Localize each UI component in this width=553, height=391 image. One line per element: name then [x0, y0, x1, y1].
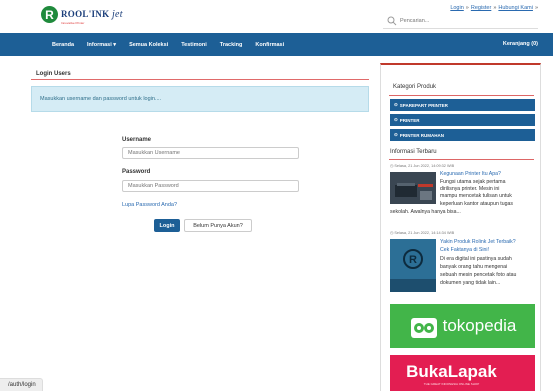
bukalapak-tagline: THE GREAT INDONESIA ONLINE SHOP [423, 382, 480, 386]
title-divider [31, 79, 369, 80]
nav-item-testimoni[interactable]: Testimoni [181, 42, 207, 48]
register-button[interactable]: Belum Punya Akun? [184, 219, 252, 232]
nav-item-semua-koleksi[interactable]: Semua Koleksi [129, 42, 168, 48]
category-label: PRINTER [399, 117, 420, 123]
username-field[interactable] [122, 147, 299, 159]
article-excerpt-line: dokumen yang tidak lain... [440, 280, 501, 286]
forgot-password-link[interactable]: Lupa Password Anda? [122, 202, 177, 208]
svg-text:R: R [409, 254, 417, 266]
nav-item-informasi[interactable]: Informasi ▾ [87, 42, 116, 48]
article-excerpt-line: banyak orang tahu mengenai [440, 264, 508, 270]
article-date-text: Selasa, 21 Jun 2022, 14:14:34 WIB [394, 231, 455, 235]
category-printer[interactable]: ⊙ PRINTER [390, 114, 535, 126]
sep: » [493, 5, 497, 11]
nav-item-tracking[interactable]: Tracking [220, 42, 243, 48]
logo-mark: R [41, 6, 58, 23]
search-icon[interactable] [387, 16, 397, 26]
category-divider [389, 95, 534, 96]
article-excerpt-line: mampu mencetak tulisan untuk [440, 193, 512, 199]
category-title: Kategori Produk [393, 84, 437, 90]
logo-tagline: Innovative Printer [61, 21, 85, 25]
register-link[interactable]: Register [471, 5, 491, 11]
main-nav: Beranda Informasi ▾ Semua Koleksi Testim… [0, 33, 553, 56]
article-thumbnail[interactable]: R [390, 239, 436, 292]
sep: » [534, 5, 538, 11]
circle-arrow-icon: ⊙ [394, 117, 398, 122]
info-title: Informasi Terbaru [390, 149, 437, 155]
nav-item-beranda[interactable]: Beranda [52, 42, 74, 48]
status-url: /auth/login [0, 378, 43, 391]
article-excerpt-line: Di era digital ini pastinya sudah [440, 256, 512, 262]
circle-arrow-icon: ⊙ [394, 132, 398, 137]
category-label: SPAREPART PRINTER [399, 102, 448, 108]
article-date: ◷ Selasa, 21 Jun 2022, 14:09:32 WIB [390, 163, 454, 168]
clock-icon: ◷ [390, 164, 394, 168]
article-excerpt-line: sebuah mesin pencetak foto atau [440, 272, 517, 278]
category-label: PRINTER RUMAHAN [399, 132, 445, 138]
logo-text: ROOL'INK jet [61, 9, 123, 20]
tokopedia-label: tokopedia [442, 316, 517, 335]
search-input[interactable] [400, 17, 520, 24]
username-label: Username [122, 137, 152, 143]
article-excerpt-line: sekolah. Awalnya hanya bisa... [390, 209, 461, 215]
circle-arrow-icon: ⊙ [394, 102, 398, 107]
article-date-text: Selasa, 21 Jun 2022, 14:09:32 WIB [394, 164, 455, 168]
category-sparepart-printer[interactable]: ⊙ SPAREPART PRINTER [390, 99, 535, 111]
article-date: ◷ Selasa, 21 Jun 2022, 14:14:34 WIB [390, 230, 454, 235]
bukalapak-banner[interactable]: BukaLapak THE GREAT INDONESIA ONLINE SHO… [390, 355, 535, 391]
article-title[interactable]: Yakin Produk Rolink Jet Terbaik? [440, 239, 516, 246]
article-title[interactable]: Kegunaan Printer Itu Apa? [440, 171, 501, 178]
category-printer-rumahan[interactable]: ⊙ PRINTER RUMAHAN [390, 129, 535, 141]
article-excerpt-line: keperluan kantor ataupun tugas [440, 201, 513, 207]
info-alert: Masukkan username dan password untuk log… [31, 86, 369, 112]
login-link[interactable]: Login [450, 5, 463, 11]
page-title: Login Users [36, 71, 71, 77]
article-title[interactable]: Cek Faktanya di Sini! [440, 247, 489, 254]
tokopedia-logo-icon [410, 318, 437, 338]
search-box [383, 13, 538, 29]
info-divider [389, 159, 534, 160]
password-field[interactable] [122, 180, 299, 192]
clock-icon: ◷ [390, 231, 394, 235]
login-button[interactable]: Login [154, 219, 180, 232]
nav-item-konfirmasi[interactable]: Konfirmasi [255, 42, 284, 48]
top-links: Login» Register» Hubungi Kami» [450, 5, 540, 11]
cart-link[interactable]: Keranjang (0) [503, 41, 538, 47]
article-thumbnail[interactable] [390, 172, 436, 204]
logo-name: ROOL'INK [61, 9, 110, 19]
logo-name-suffix: jet [111, 9, 123, 20]
sep: » [465, 5, 469, 11]
sidebar: Kategori Produk ⊙ SPAREPART PRINTER ⊙ PR… [380, 63, 541, 391]
password-label: Password [122, 169, 151, 175]
bukalapak-label: BukaLapak [406, 362, 497, 381]
tokopedia-banner[interactable]: tokopedia [390, 304, 535, 348]
contact-link[interactable]: Hubungi Kami [498, 5, 533, 11]
